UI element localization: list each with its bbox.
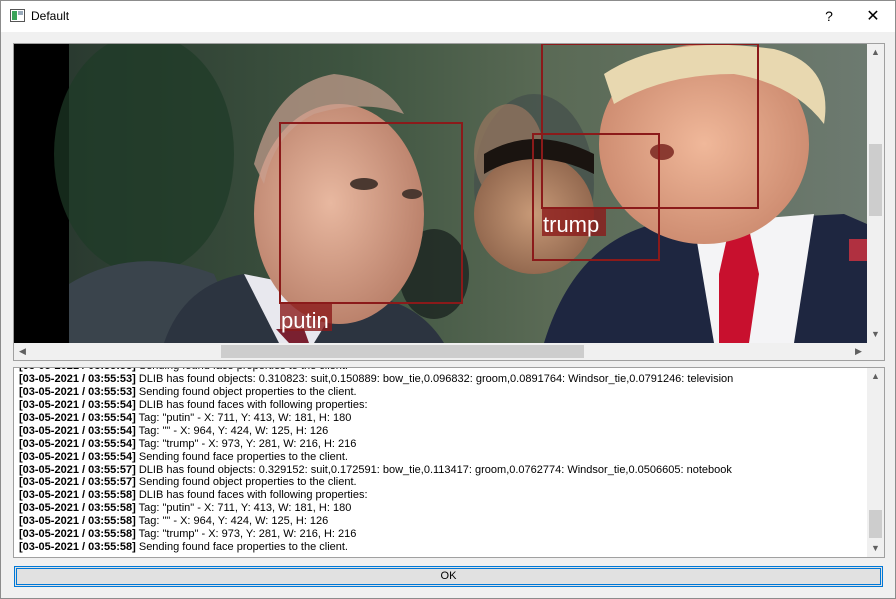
dialog-window: Default ? ✕ putin trump ▲ ▼ ◀ ▶ [03-05-2… [0, 0, 896, 599]
log-timestamp: [03-05-2021 / 03:55:53] [19, 368, 136, 372]
log-vertical-scrollbar[interactable]: ▲ ▼ [867, 368, 884, 557]
trump-mouth [650, 144, 674, 160]
log-timestamp: [03-05-2021 / 03:55:58] [19, 528, 136, 541]
image-vertical-scrollbar[interactable]: ▲ ▼ [867, 44, 884, 343]
log-message: Tag: "trump" - X: 973, Y: 281, W: 216, H… [135, 437, 357, 450]
log-message: Tag: "trump" - X: 973, Y: 281, W: 216, H… [135, 528, 357, 541]
log-message: Tag: "putin" - X: 711, Y: 413, W: 181, H… [135, 411, 352, 424]
log-line: [03-05-2021 / 03:55:54] Tag: "trump" - X… [19, 438, 867, 451]
face-label-putin: putin [281, 308, 329, 333]
putin-eye [350, 178, 378, 190]
log-timestamp: [03-05-2021 / 03:55:58] [19, 489, 136, 502]
log-lines: [03-05-2021 / 03:55:53] Sending found fa… [19, 368, 867, 554]
log-line: [03-05-2021 / 03:55:58] Tag: "trump" - X… [19, 528, 867, 541]
log-message: Tag: "putin" - X: 711, Y: 413, W: 181, H… [135, 502, 352, 515]
log-message: Sending found object properties to the c… [135, 385, 357, 398]
log-output[interactable]: [03-05-2021 / 03:55:53] Sending found fa… [13, 367, 885, 558]
log-message: Sending found object properties to the c… [135, 476, 357, 489]
image-horizontal-scrollbar[interactable]: ◀ ▶ [14, 343, 867, 360]
help-button[interactable]: ? [807, 1, 851, 32]
log-line: [03-05-2021 / 03:55:57] DLIB has found o… [19, 464, 867, 477]
log-line: [03-05-2021 / 03:55:58] DLIB has found f… [19, 489, 867, 502]
log-line: [03-05-2021 / 03:55:58] Tag: "" - X: 964… [19, 515, 867, 528]
close-icon: ✕ [866, 8, 880, 25]
log-timestamp: [03-05-2021 / 03:55:57] [19, 463, 136, 476]
scroll-right-icon[interactable]: ▶ [850, 343, 867, 360]
log-timestamp: [03-05-2021 / 03:55:53] [19, 385, 136, 398]
log-scroll-down-icon[interactable]: ▼ [867, 540, 884, 557]
log-message: Sending found face properties to the cli… [135, 450, 348, 463]
log-message: Sending found face properties to the cli… [136, 368, 348, 372]
log-message: Tag: "" - X: 964, Y: 424, W: 125, H: 126 [135, 424, 329, 437]
log-message: Sending found face properties to the cli… [135, 541, 348, 554]
log-line: [03-05-2021 / 03:55:54] Tag: "putin" - X… [19, 412, 867, 425]
log-message: DLIB has found objects: 0.329152: suit,0… [135, 463, 732, 476]
log-line: [03-05-2021 / 03:55:54] DLIB has found f… [19, 399, 867, 412]
log-message: DLIB has found faces with following prop… [135, 398, 368, 411]
log-timestamp: [03-05-2021 / 03:55:54] [19, 437, 136, 450]
scroll-thumb-horizontal[interactable] [221, 345, 584, 358]
log-message: DLIB has found faces with following prop… [135, 489, 368, 502]
ok-button[interactable]: OK [14, 566, 883, 587]
close-button[interactable]: ✕ [851, 1, 895, 32]
window-title: Default [31, 9, 70, 23]
foliage-shape [54, 44, 234, 274]
log-message: DLIB has found objects: 0.310823: suit,0… [135, 372, 734, 385]
scroll-down-icon[interactable]: ▼ [867, 326, 884, 343]
putin-eye-2 [402, 189, 422, 199]
log-timestamp: [03-05-2021 / 03:55:54] [19, 424, 136, 437]
app-icon [10, 9, 25, 22]
log-line: [03-05-2021 / 03:55:57] Sending found ob… [19, 476, 867, 489]
log-line: [03-05-2021 / 03:55:53] Sending found ob… [19, 386, 867, 399]
camera-image: putin trump [14, 44, 867, 343]
scroll-left-icon[interactable]: ◀ [14, 343, 31, 360]
title-bar: Default ? ✕ [1, 1, 895, 32]
image-scroll-area[interactable]: putin trump ▲ ▼ ◀ ▶ [13, 43, 885, 361]
log-scroll-thumb[interactable] [869, 510, 882, 538]
flag-pin [849, 239, 867, 261]
scroll-thumb[interactable] [869, 144, 882, 216]
log-timestamp: [03-05-2021 / 03:55:58] [19, 502, 136, 515]
log-timestamp: [03-05-2021 / 03:55:54] [19, 398, 136, 411]
log-timestamp: [03-05-2021 / 03:55:53] [19, 372, 136, 385]
log-line: [03-05-2021 / 03:55:58] Sending found fa… [19, 541, 867, 554]
scroll-up-icon[interactable]: ▲ [867, 44, 884, 61]
log-timestamp: [03-05-2021 / 03:55:54] [19, 450, 136, 463]
camera-frame-svg: putin trump [14, 44, 867, 343]
log-timestamp: [03-05-2021 / 03:55:58] [19, 541, 136, 554]
log-line: [03-05-2021 / 03:55:54] Sending found fa… [19, 451, 867, 464]
log-line: [03-05-2021 / 03:55:54] Tag: "" - X: 964… [19, 425, 867, 438]
log-timestamp: [03-05-2021 / 03:55:57] [19, 476, 136, 489]
face-label-trump: trump [543, 212, 599, 237]
log-line: [03-05-2021 / 03:55:58] Tag: "putin" - X… [19, 502, 867, 515]
log-line: [03-05-2021 / 03:55:53] DLIB has found o… [19, 373, 867, 386]
log-timestamp: [03-05-2021 / 03:55:58] [19, 515, 136, 528]
log-scroll-up-icon[interactable]: ▲ [867, 368, 884, 385]
log-message: Tag: "" - X: 964, Y: 424, W: 125, H: 126 [135, 515, 329, 528]
log-timestamp: [03-05-2021 / 03:55:54] [19, 411, 136, 424]
